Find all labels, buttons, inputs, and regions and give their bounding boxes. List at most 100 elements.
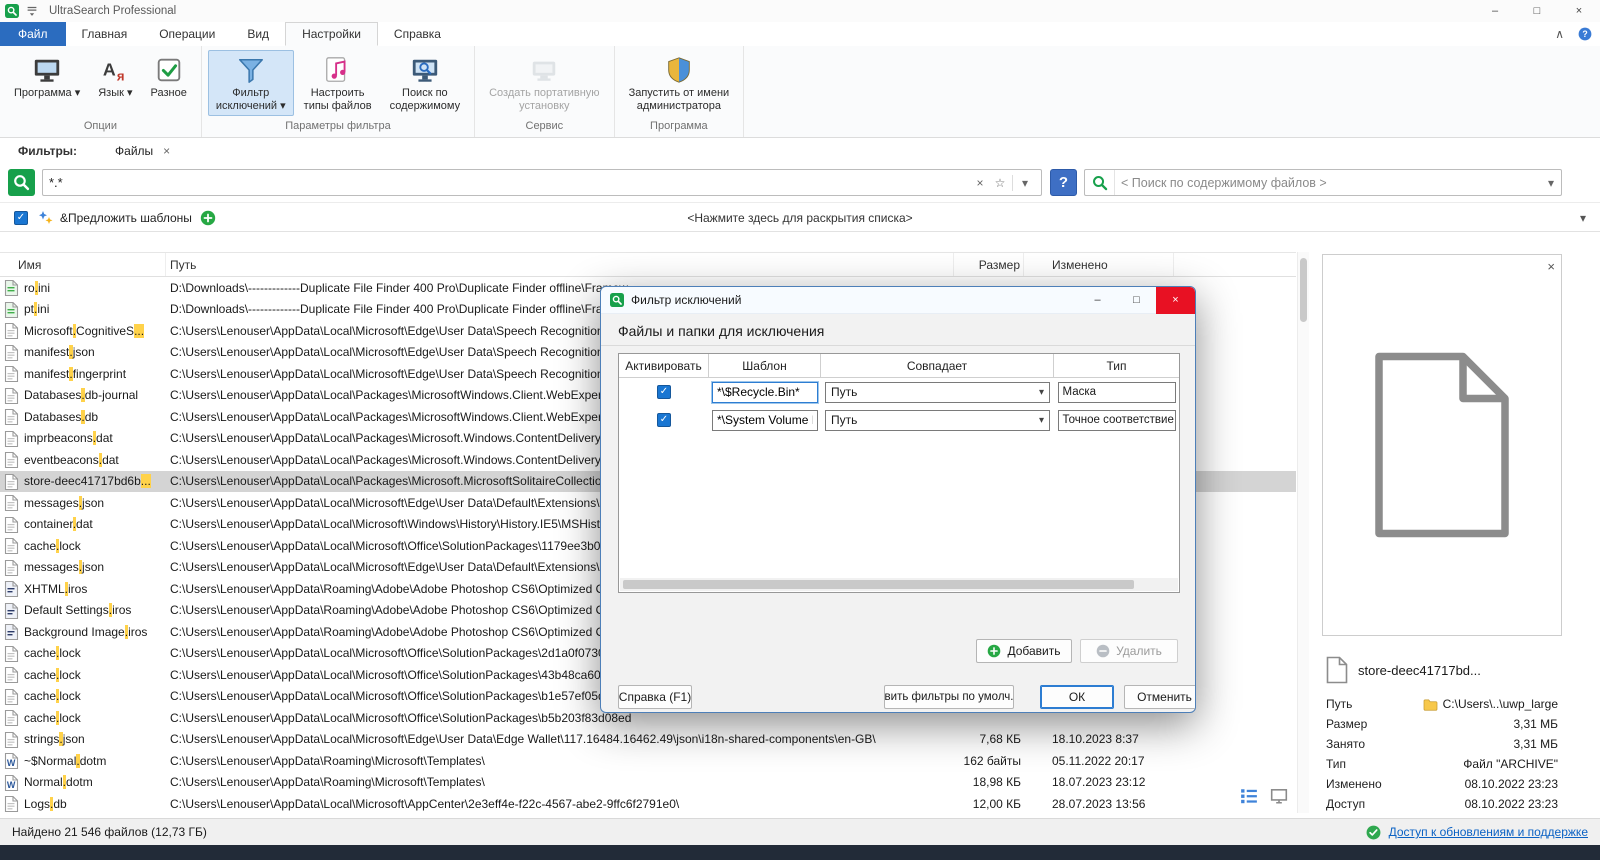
exclusion-pattern-input[interactable]: [712, 409, 818, 431]
exclusion-match-select[interactable]: Путь ▾: [825, 409, 1050, 431]
file-name-cell: Microsoft.CognitiveS...: [0, 322, 166, 340]
content-search-input[interactable]: [1115, 175, 1541, 190]
pattern-help-button[interactable]: ?: [1050, 169, 1077, 196]
update-check-icon: [1366, 825, 1381, 840]
exclusion-enabled-checkbox[interactable]: ✓: [657, 413, 671, 427]
favorite-star-icon[interactable]: ☆: [990, 176, 1010, 190]
preview-file-line: store-deec41717bd...: [1324, 648, 1560, 694]
column-header-path[interactable]: Путь: [166, 253, 954, 276]
collapse-ribbon-icon[interactable]: ∧: [1555, 27, 1564, 41]
history-dropdown-icon[interactable]: ▾: [1015, 176, 1035, 190]
file-name: cache.lock: [24, 667, 81, 682]
ribbon-button[interactable]: Программа ▾: [6, 50, 88, 103]
menu-tab[interactable]: Вид: [231, 22, 285, 46]
column-header-size[interactable]: Размер: [954, 253, 1024, 276]
preview-property-row: Доступ 08.10.2022 23:23: [1324, 794, 1560, 814]
shield-icon: [664, 55, 694, 85]
help-icon[interactable]: ?: [1578, 27, 1592, 41]
file-path: C:\Users\Lenouser\AppData\Local\Microsof…: [170, 796, 680, 811]
clear-input-icon[interactable]: ×: [970, 176, 990, 190]
file-icon: [4, 795, 19, 813]
ribbon-button[interactable]: Разное: [143, 50, 195, 103]
column-header-pattern: Шаблон: [709, 354, 821, 377]
menu-tab[interactable]: Файл: [0, 22, 66, 46]
file-table-scrollbar[interactable]: [1297, 252, 1309, 813]
property-value-text: C:\Users\..\uwp_large: [1442, 696, 1558, 711]
list-view-icon[interactable]: [1240, 787, 1258, 805]
search-row: × ☆ ▾ ? ▾: [0, 164, 1600, 202]
exclusion-pattern-input[interactable]: [712, 381, 818, 403]
property-label: Тип: [1326, 756, 1347, 771]
minimize-button[interactable]: –: [1474, 0, 1516, 22]
menu-tab[interactable]: Операции: [143, 22, 231, 46]
filter-tab-files[interactable]: Файлы ×: [115, 144, 170, 158]
dialog-titlebar[interactable]: Фильтр исключений – □ ×: [601, 287, 1195, 314]
scrollbar-thumb[interactable]: [1300, 258, 1307, 322]
exclusion-match-select[interactable]: Путь ▾: [825, 381, 1050, 403]
ribbon-button[interactable]: Запустить от имени администратора: [621, 50, 738, 116]
dialog-heading: Файлы и папки для исключения: [618, 323, 825, 339]
preview-property-row: Изменено 08.10.2022 23:23: [1324, 774, 1560, 794]
file-name-cell: manifest.fingerprint: [0, 365, 166, 383]
property-label: Доступ: [1326, 796, 1366, 811]
exclusion-table-header: Активировать Шаблон Совпадает Тип: [619, 354, 1179, 378]
table-row[interactable]: W ~$Normal.dotm C:\Users\Lenouser\AppData\…: [0, 750, 1296, 772]
file-name: Microsoft.CognitiveS...: [24, 323, 145, 338]
preview-close-icon[interactable]: ×: [1547, 259, 1555, 274]
ribbon-button: Создать портативную установку: [481, 50, 607, 116]
property-value-text: Файл "ARCHIVE": [1463, 756, 1558, 771]
filter-tab-close-icon[interactable]: ×: [163, 144, 170, 158]
template-dropdown-icon[interactable]: ▾: [1580, 211, 1586, 225]
pattern-input[interactable]: [49, 175, 970, 190]
dialog-maximize-button[interactable]: □: [1117, 287, 1156, 314]
dialog-close-button[interactable]: ×: [1156, 287, 1195, 314]
file-icon: [4, 408, 19, 426]
ribbon-group-label: Опции: [83, 120, 117, 132]
ribbon-button[interactable]: Настроить типы файлов: [296, 50, 380, 116]
file-modified: 05.11.2022 20:17: [1052, 753, 1145, 768]
menu-tab[interactable]: Справка: [378, 22, 457, 46]
file-icon: [4, 365, 19, 383]
file-name-cell: manifest.json: [0, 344, 166, 361]
dialog-hscroll-thumb[interactable]: [623, 580, 1134, 589]
menu-tab[interactable]: Главная: [66, 22, 144, 46]
content-dropdown-icon[interactable]: ▾: [1541, 176, 1561, 190]
exclusion-type-box[interactable]: Точное соответствие: [1057, 409, 1176, 431]
maximize-button[interactable]: □: [1516, 0, 1558, 22]
dialog-minimize-button[interactable]: –: [1078, 287, 1117, 314]
exclusion-enabled-checkbox[interactable]: ✓: [657, 385, 671, 399]
column-header-name[interactable]: Имя: [0, 253, 166, 276]
quick-access-menu-icon[interactable]: [25, 4, 39, 18]
file-name: ro.ini: [24, 280, 51, 295]
file-name-cell: imprbeacons.dat: [0, 430, 166, 447]
dialog-hscrollbar[interactable]: [620, 578, 1178, 591]
add-exclusion-button[interactable]: Добавить: [976, 639, 1072, 663]
dialog-help-button[interactable]: Справка (F1): [618, 685, 692, 709]
table-row[interactable]: strings.json C:\Users\Lenouser\AppData\Lo…: [0, 729, 1296, 751]
expand-list-hint[interactable]: <Нажмите здесь для раскрытия списка>: [0, 211, 1600, 225]
ribbon-group-label: Параметры фильтра: [285, 120, 391, 132]
ribbon-button[interactable]: Фильтр исключений ▾: [207, 50, 294, 116]
menu-tab[interactable]: Настройки: [285, 22, 378, 46]
table-row[interactable]: W Normal.dotm C:\Users\Lenouser\AppData\Ro…: [0, 772, 1296, 794]
ribbon-button-label: Разное: [150, 87, 187, 99]
ok-button[interactable]: ОК: [1040, 685, 1114, 709]
window-title: UltraSearch Professional: [49, 5, 177, 17]
preview-properties: Путь C:\Users\..\uwp_large Размер 3,31 МБ За…: [1324, 694, 1560, 814]
restore-defaults-button[interactable]: вить фильтры по умолч.: [884, 685, 1014, 709]
preview-view-icon[interactable]: [1270, 787, 1288, 805]
ribbon-button[interactable]: Ая Язык ▾: [90, 50, 140, 103]
updates-support-link[interactable]: Доступ к обновлениям и поддержке: [1389, 825, 1588, 839]
content-search-icon[interactable]: [1085, 170, 1115, 195]
cancel-button[interactable]: Отменить: [1124, 685, 1195, 709]
ribbon-button[interactable]: Поиск по содержимому: [382, 50, 469, 116]
ribbon-button-label: Поиск по: [402, 87, 448, 99]
exclusion-type-box[interactable]: Маска: [1057, 381, 1176, 403]
close-button[interactable]: ×: [1558, 0, 1600, 22]
column-header-modified[interactable]: Изменено: [1024, 253, 1174, 276]
titlebar: UltraSearch Professional – □ ×: [0, 0, 1600, 22]
funnel-icon: [236, 55, 266, 85]
search-button[interactable]: [8, 169, 35, 196]
table-row[interactable]: Logs.db C:\Users\Lenouser\AppData\Local\M…: [0, 793, 1296, 813]
file-name-cell: cache.lock: [0, 709, 166, 727]
